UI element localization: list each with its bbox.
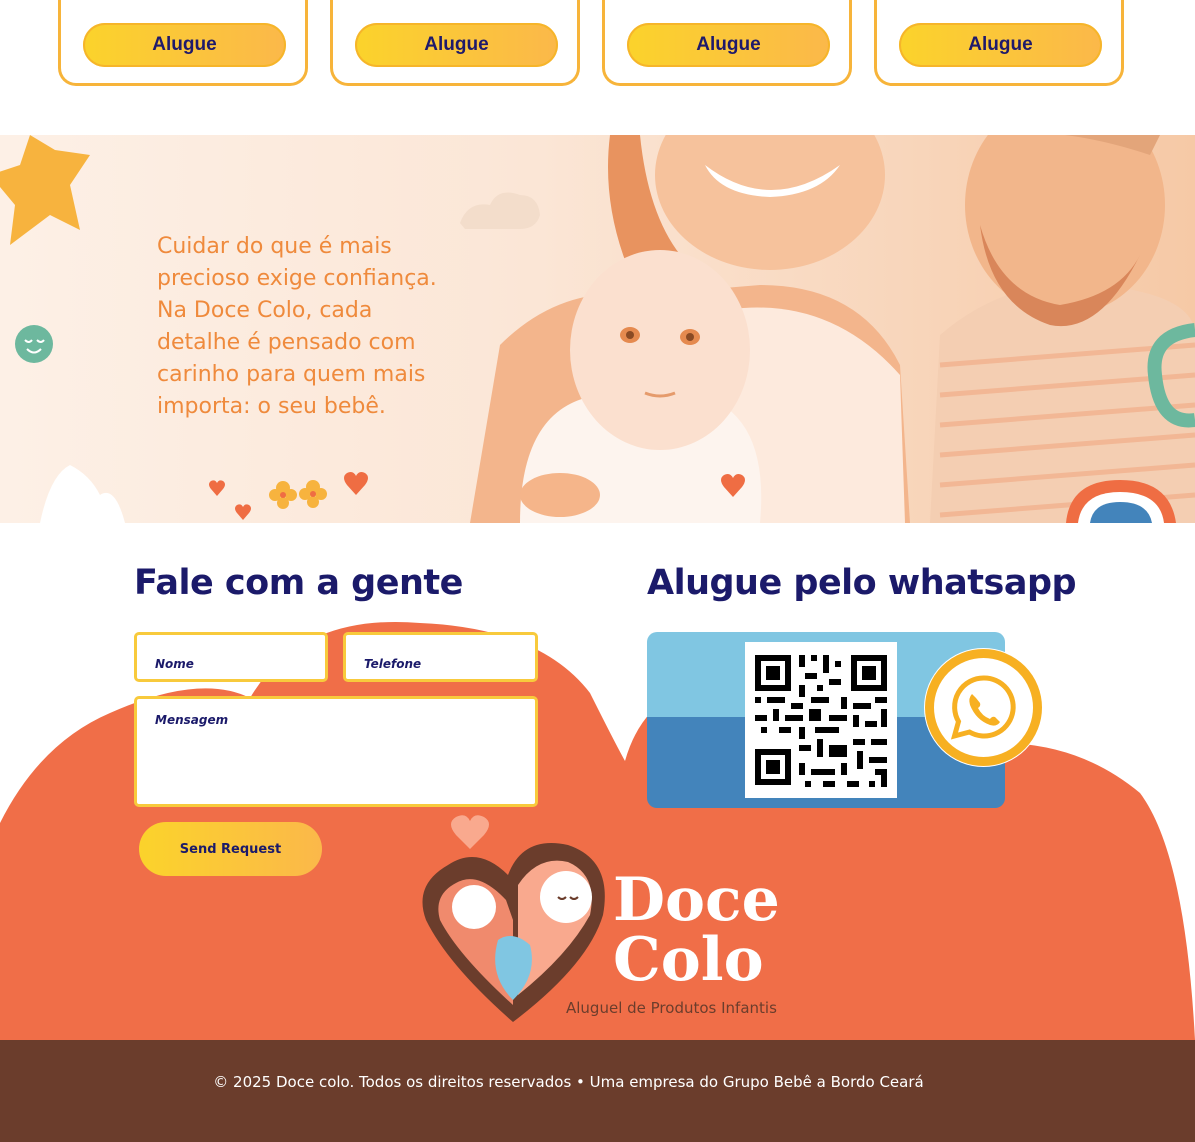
logo-heart-icon: Doce Colo Aluguel de Produtos Infantis [422, 815, 780, 1022]
message-textarea[interactable] [134, 696, 538, 807]
rent-button[interactable]: Alugue [83, 23, 286, 67]
hero-tagline: Cuidar do que é mais precioso exige conf… [157, 234, 437, 419]
whatsapp-title: Alugue pelo whatsapp [647, 563, 1077, 603]
product-card: Alugue [874, 0, 1124, 86]
send-request-button[interactable]: Send Request [139, 822, 322, 876]
whatsapp-button[interactable] [924, 648, 1043, 767]
whatsapp-icon [925, 649, 1042, 766]
brand-tagline: Aluguel de Produtos Infantis [566, 999, 777, 1017]
phone-input[interactable] [343, 632, 538, 682]
rent-button[interactable]: Alugue [627, 23, 830, 67]
brand-name-line2: Colo [613, 925, 764, 995]
copyright-text: © 2025 Doce colo. Todos os direitos rese… [213, 1073, 924, 1091]
rent-button[interactable]: Alugue [899, 23, 1102, 67]
product-card: Alugue [330, 0, 580, 86]
product-card: Alugue [602, 0, 852, 86]
name-input[interactable] [134, 632, 328, 682]
contact-section: Fale com a gente Send Request Alugue pel… [0, 523, 1195, 1040]
footer: © 2025 Doce colo. Todos os direitos rese… [0, 1040, 1195, 1142]
rent-button[interactable]: Alugue [355, 23, 558, 67]
whatsapp-qr-code[interactable] [745, 642, 897, 798]
product-card: Alugue [58, 0, 308, 86]
contact-form-title: Fale com a gente [134, 563, 463, 603]
product-cards-row: Alugue Alugue Alugue Alugue [0, 0, 1195, 135]
hero-banner: Cuidar do que é mais precioso exige conf… [0, 135, 1195, 523]
brand-logo: Doce Colo Aluguel de Produtos Infantis [418, 815, 788, 1025]
